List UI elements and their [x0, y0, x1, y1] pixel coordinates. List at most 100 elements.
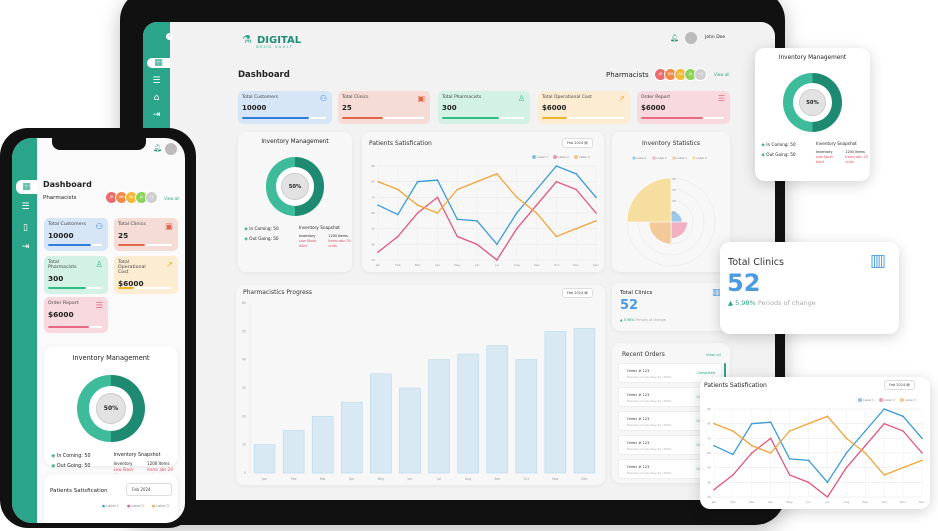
order-number: Order # 123	[627, 393, 650, 397]
logo-icon: ⚗	[242, 33, 252, 46]
bar	[457, 353, 479, 474]
logout-icon[interactable]: ⇥	[143, 110, 170, 120]
stat-value: 10000	[242, 104, 267, 112]
data-point	[456, 218, 459, 221]
pharmacists-label: Pharmacists	[606, 71, 649, 79]
data-point	[496, 243, 498, 246]
inventory-statistics-card: Inventory Statistics Label 1 Label 2 Label…	[612, 132, 730, 272]
up-arrow-icon: ▲	[620, 318, 623, 322]
radio-icon: ◉	[761, 142, 765, 148]
stat-card[interactable]: Total Customers 10000 ⚇	[238, 91, 332, 124]
stat-value: $6000	[48, 310, 74, 319]
stat-card[interactable]: Total Customers 10000 ⚇	[44, 218, 108, 251]
view-all-orders-link[interactable]: View all	[706, 352, 721, 357]
stat-card[interactable]: Order Report $6000 ☰	[44, 297, 108, 333]
data-point	[883, 408, 885, 410]
snapshot-label: Low Stock Alert	[298, 238, 317, 249]
logout-icon[interactable]: ⇥	[12, 242, 39, 252]
bell-icon[interactable]: 🔔︎	[670, 34, 679, 42]
stat-label: Total Clinics	[342, 95, 369, 100]
data-point	[788, 430, 791, 432]
bar	[544, 331, 567, 474]
card-title: Inventory Management	[72, 354, 150, 363]
dashboard-icon[interactable]: ▦	[16, 180, 37, 194]
trend-chart-icon: ↗	[165, 259, 173, 269]
data-point	[397, 235, 399, 238]
up-arrow-icon: ▲	[728, 299, 733, 307]
bar	[282, 430, 305, 474]
date-filter[interactable]: Feb 2024 ▤	[562, 138, 593, 148]
stat-label: Total Operational Cost	[542, 95, 592, 100]
data-point	[575, 173, 577, 175]
y-tick-label: 60	[371, 211, 375, 215]
calendar-icon: ▤	[584, 141, 588, 145]
x-tick-label: Dec	[593, 263, 599, 267]
date-filter[interactable]: Feb 2024 ▤	[562, 288, 593, 298]
data-point	[732, 453, 734, 456]
y-tick-label: 30	[242, 386, 246, 390]
user-name[interactable]: John Doe	[705, 35, 725, 40]
data-point	[902, 415, 904, 418]
y-tick-label: 90	[707, 407, 711, 411]
y-tick-label: 50	[707, 466, 711, 470]
radio-icon: ◉	[244, 226, 248, 232]
data-point	[397, 213, 399, 216]
data-point	[535, 204, 538, 206]
data-point	[476, 243, 478, 246]
stat-card[interactable]: Total Pharmacists 300 ♙	[44, 256, 108, 294]
outgoing-label: Out Going: 50	[249, 235, 279, 241]
floating-inventory-card: Inventory Management 50% ◉ In Coming: 50…	[755, 48, 870, 181]
legend-label: Label 2	[131, 504, 144, 508]
y-tick-label: 90	[371, 164, 375, 168]
incoming-label: In Coming: 50	[56, 453, 91, 459]
x-tick-label: Nov	[552, 477, 558, 481]
date-filter[interactable]: Feb 2024 ▤	[884, 380, 915, 390]
stat-card[interactable]: Total Clinics 25 ▣	[114, 218, 178, 251]
legend-label: Label 1	[637, 156, 647, 160]
dashboard-icon[interactable]: ▦	[147, 58, 170, 68]
legend-swatch	[632, 156, 636, 160]
menu-list-icon[interactable]: ☰	[143, 76, 170, 86]
pharmacists-label: Pharmacists	[43, 195, 77, 201]
clipboard-icon[interactable]: ▯	[12, 223, 39, 233]
data-point	[555, 180, 558, 183]
date-filter[interactable]: Feb 2024	[126, 483, 172, 496]
legend-item: ● Label 1	[102, 504, 119, 508]
x-tick-label: May	[787, 500, 793, 504]
data-point	[845, 466, 848, 469]
x-tick-label: Oct	[554, 263, 560, 267]
pharmacist-avatars: JD AM AK JA +2	[654, 68, 714, 82]
x-tick-label: May	[454, 263, 460, 267]
floating-total-clinics-card: Total Clinics 52 ▲ 5.98% Periods of chan…	[720, 242, 899, 334]
avatar[interactable]	[685, 32, 697, 44]
view-all-pharmacists-link[interactable]: View all	[164, 196, 179, 201]
inventory-management-card: Inventory Management 50% ◉ In Coming: 50…	[44, 346, 178, 478]
donut-percent: 50%	[798, 89, 827, 117]
clinic-icon: ▣	[417, 94, 425, 103]
stat-card[interactable]: Total Operational Cost $6000 ↗	[538, 91, 630, 124]
pharmacist-avatar[interactable]: +2	[145, 191, 158, 204]
data-point	[713, 422, 715, 425]
calendar-icon: ▤	[584, 291, 588, 295]
order-delivery: Delivery on January 21, 2024	[627, 447, 671, 451]
pharmacist-avatar[interactable]: +2	[694, 68, 707, 81]
avatar[interactable]	[165, 143, 177, 155]
stat-card[interactable]: Total Operational Cost $6000 ↗	[114, 256, 178, 294]
menu-list-icon[interactable]: ☰	[12, 202, 39, 212]
view-all-pharmacists-link[interactable]: View all	[714, 72, 729, 77]
snapshot-value: Items abc 20 units	[328, 238, 351, 249]
patients-line-chart: 30 40 50 60 70 80 90 Jan Feb Mar Apr May Jun Jul Aug Se…	[707, 398, 925, 504]
collapse-sidebar-button[interactable]: ›	[166, 33, 173, 40]
bell-icon[interactable]: 🔔︎	[153, 144, 162, 152]
data-point	[535, 212, 538, 214]
data-point	[807, 459, 810, 462]
stat-value: $6000	[542, 104, 567, 112]
home-icon[interactable]: ⌂	[143, 93, 170, 103]
card-title: Total Clinics	[728, 257, 784, 268]
stat-card[interactable]: Total Clinics 25 ▣	[338, 91, 430, 124]
order-number: Order # 123	[627, 417, 650, 421]
x-tick-label: Oct	[882, 500, 888, 504]
data-point	[769, 437, 772, 440]
stat-card[interactable]: Total Pharmacists 300 ♙	[438, 91, 530, 124]
stat-card[interactable]: Order Report $6000 ☰	[637, 91, 730, 124]
